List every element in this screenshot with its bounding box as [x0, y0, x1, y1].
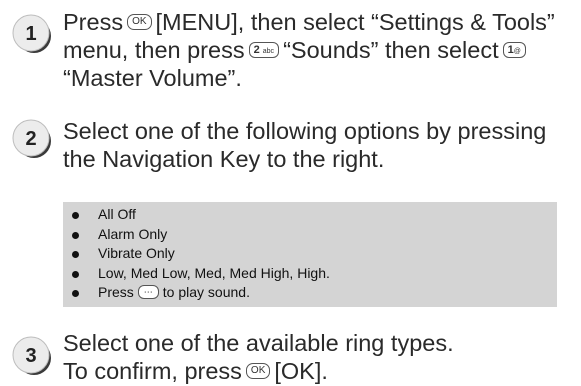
step-number-2: 2: [25, 128, 36, 150]
clear-key-icon: ⋯: [137, 285, 159, 300]
key-1-icon: 1@: [502, 41, 526, 58]
step-2-line-2: the Navigation Key to the right.: [63, 146, 385, 172]
step-number-1: 1: [25, 23, 36, 45]
step-3-line-2: To confirm, press OK [OK].: [63, 358, 328, 384]
step-1-text: Press OK [MENU], then select “Settings & T…: [63, 8, 555, 92]
step-2-line-1: Select one of the following options by p…: [63, 118, 547, 144]
ok-key-icon: OK: [245, 362, 271, 379]
step-1-line-2: menu, then press 2 abc “Sounds” then selec…: [63, 36, 555, 64]
step-number-badge-1: 1: [10, 12, 52, 54]
option-item: Low, Med Low, Med, Med High, High.: [63, 264, 557, 284]
ok-key-icon: OK: [127, 13, 152, 30]
option-item: All Off: [63, 205, 557, 225]
step-2-text: Select one of the following options by p…: [63, 117, 546, 173]
options-list: All Off Alarm Only Vibrate Only Low, Med…: [63, 202, 557, 303]
step-3-text: Select one of the available ring types. …: [63, 329, 454, 385]
step-number-badge-2: 2: [10, 117, 52, 159]
option-item: Vibrate Only: [63, 244, 557, 264]
step-1-line-3: “Master Volume”.: [63, 65, 242, 91]
step-3-line-1: Select one of the available ring types.: [63, 330, 454, 356]
options-list-box: All Off Alarm Only Vibrate Only Low, Med…: [63, 202, 557, 307]
option-item: Alarm Only: [63, 225, 557, 245]
option-item-play-sound: Press ⋯ to play sound.: [63, 283, 557, 303]
step-1-line-1: Press OK [MENU], then select “Settings & T…: [63, 9, 555, 35]
step-number-badge-3: 3: [10, 334, 52, 376]
step-number-3: 3: [25, 345, 36, 367]
key-2-abc-icon: 2 abc: [248, 41, 280, 58]
